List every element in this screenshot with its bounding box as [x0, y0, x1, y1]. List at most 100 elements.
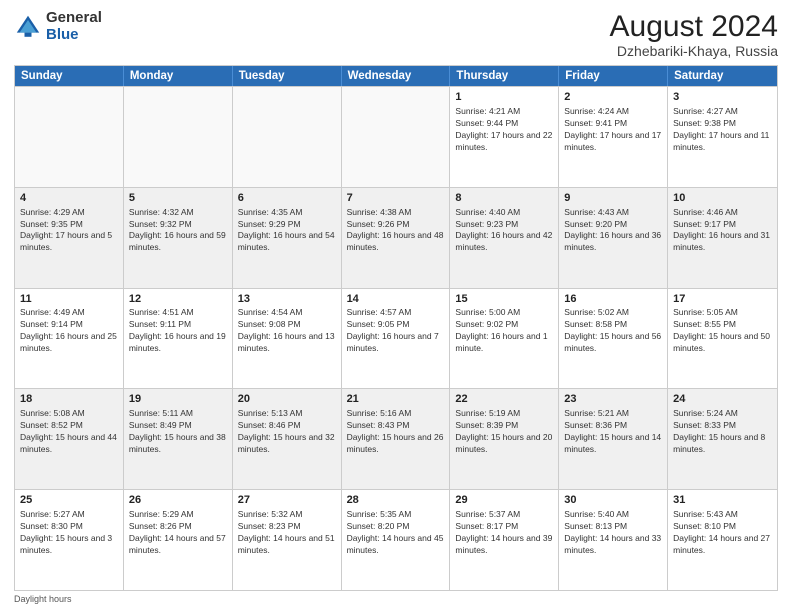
day-number: 17	[673, 292, 772, 307]
logo: General Blue	[14, 10, 102, 43]
day-number: 14	[347, 292, 445, 307]
day-number: 26	[129, 493, 227, 508]
calendar-header-day: Thursday	[450, 66, 559, 86]
cell-details: Sunrise: 5:29 AMSunset: 8:26 PMDaylight:…	[129, 509, 227, 557]
calendar-cell: 9Sunrise: 4:43 AMSunset: 9:20 PMDaylight…	[559, 188, 668, 288]
calendar-cell: 1Sunrise: 4:21 AMSunset: 9:44 PMDaylight…	[450, 87, 559, 187]
calendar-week-3: 11Sunrise: 4:49 AMSunset: 9:14 PMDayligh…	[15, 288, 777, 389]
cell-details: Sunrise: 5:27 AMSunset: 8:30 PMDaylight:…	[20, 509, 118, 557]
calendar-cell: 15Sunrise: 5:00 AMSunset: 9:02 PMDayligh…	[450, 289, 559, 389]
day-number: 16	[564, 292, 662, 307]
day-number: 24	[673, 392, 772, 407]
subtitle: Dzhebariki-Khaya, Russia	[610, 43, 778, 59]
calendar-cell: 8Sunrise: 4:40 AMSunset: 9:23 PMDaylight…	[450, 188, 559, 288]
day-number: 2	[564, 90, 662, 105]
page: General Blue August 2024 Dzhebariki-Khay…	[0, 0, 792, 612]
day-number: 27	[238, 493, 336, 508]
day-number: 22	[455, 392, 553, 407]
day-number: 23	[564, 392, 662, 407]
cell-details: Sunrise: 4:29 AMSunset: 9:35 PMDaylight:…	[20, 207, 118, 255]
cell-details: Sunrise: 5:02 AMSunset: 8:58 PMDaylight:…	[564, 307, 662, 355]
calendar-cell	[342, 87, 451, 187]
day-number: 18	[20, 392, 118, 407]
calendar-cell: 23Sunrise: 5:21 AMSunset: 8:36 PMDayligh…	[559, 389, 668, 489]
logo-icon	[14, 13, 42, 41]
day-number: 6	[238, 191, 336, 206]
day-number: 9	[564, 191, 662, 206]
calendar: SundayMondayTuesdayWednesdayThursdayFrid…	[14, 65, 778, 591]
calendar-cell: 18Sunrise: 5:08 AMSunset: 8:52 PMDayligh…	[15, 389, 124, 489]
day-number: 19	[129, 392, 227, 407]
title-block: August 2024 Dzhebariki-Khaya, Russia	[610, 10, 778, 59]
calendar-cell: 19Sunrise: 5:11 AMSunset: 8:49 PMDayligh…	[124, 389, 233, 489]
calendar-header-day: Sunday	[15, 66, 124, 86]
calendar-cell: 13Sunrise: 4:54 AMSunset: 9:08 PMDayligh…	[233, 289, 342, 389]
calendar-header: SundayMondayTuesdayWednesdayThursdayFrid…	[15, 66, 777, 86]
day-number: 25	[20, 493, 118, 508]
calendar-cell: 17Sunrise: 5:05 AMSunset: 8:55 PMDayligh…	[668, 289, 777, 389]
cell-details: Sunrise: 4:46 AMSunset: 9:17 PMDaylight:…	[673, 207, 772, 255]
day-number: 8	[455, 191, 553, 206]
day-number: 11	[20, 292, 118, 307]
cell-details: Sunrise: 5:24 AMSunset: 8:33 PMDaylight:…	[673, 408, 772, 456]
cell-details: Sunrise: 4:35 AMSunset: 9:29 PMDaylight:…	[238, 207, 336, 255]
cell-details: Sunrise: 5:19 AMSunset: 8:39 PMDaylight:…	[455, 408, 553, 456]
calendar-cell	[15, 87, 124, 187]
cell-details: Sunrise: 4:32 AMSunset: 9:32 PMDaylight:…	[129, 207, 227, 255]
calendar-cell: 14Sunrise: 4:57 AMSunset: 9:05 PMDayligh…	[342, 289, 451, 389]
cell-details: Sunrise: 4:27 AMSunset: 9:38 PMDaylight:…	[673, 106, 772, 154]
day-number: 28	[347, 493, 445, 508]
day-number: 21	[347, 392, 445, 407]
day-number: 13	[238, 292, 336, 307]
cell-details: Sunrise: 4:21 AMSunset: 9:44 PMDaylight:…	[455, 106, 553, 154]
calendar-cell: 2Sunrise: 4:24 AMSunset: 9:41 PMDaylight…	[559, 87, 668, 187]
cell-details: Sunrise: 4:54 AMSunset: 9:08 PMDaylight:…	[238, 307, 336, 355]
calendar-cell: 27Sunrise: 5:32 AMSunset: 8:23 PMDayligh…	[233, 490, 342, 590]
cell-details: Sunrise: 5:35 AMSunset: 8:20 PMDaylight:…	[347, 509, 445, 557]
cell-details: Sunrise: 5:21 AMSunset: 8:36 PMDaylight:…	[564, 408, 662, 456]
calendar-cell: 4Sunrise: 4:29 AMSunset: 9:35 PMDaylight…	[15, 188, 124, 288]
calendar-cell: 24Sunrise: 5:24 AMSunset: 8:33 PMDayligh…	[668, 389, 777, 489]
logo-general-text: General	[46, 10, 102, 27]
calendar-cell: 21Sunrise: 5:16 AMSunset: 8:43 PMDayligh…	[342, 389, 451, 489]
day-number: 30	[564, 493, 662, 508]
cell-details: Sunrise: 5:08 AMSunset: 8:52 PMDaylight:…	[20, 408, 118, 456]
calendar-header-day: Wednesday	[342, 66, 451, 86]
day-number: 3	[673, 90, 772, 105]
cell-details: Sunrise: 4:24 AMSunset: 9:41 PMDaylight:…	[564, 106, 662, 154]
calendar-cell: 6Sunrise: 4:35 AMSunset: 9:29 PMDaylight…	[233, 188, 342, 288]
calendar-cell: 31Sunrise: 5:43 AMSunset: 8:10 PMDayligh…	[668, 490, 777, 590]
cell-details: Sunrise: 4:51 AMSunset: 9:11 PMDaylight:…	[129, 307, 227, 355]
calendar-header-day: Monday	[124, 66, 233, 86]
calendar-week-1: 1Sunrise: 4:21 AMSunset: 9:44 PMDaylight…	[15, 86, 777, 187]
day-number: 7	[347, 191, 445, 206]
cell-details: Sunrise: 5:37 AMSunset: 8:17 PMDaylight:…	[455, 509, 553, 557]
calendar-week-4: 18Sunrise: 5:08 AMSunset: 8:52 PMDayligh…	[15, 388, 777, 489]
calendar-cell: 16Sunrise: 5:02 AMSunset: 8:58 PMDayligh…	[559, 289, 668, 389]
calendar-cell	[124, 87, 233, 187]
cell-details: Sunrise: 5:05 AMSunset: 8:55 PMDaylight:…	[673, 307, 772, 355]
calendar-body: 1Sunrise: 4:21 AMSunset: 9:44 PMDaylight…	[15, 86, 777, 590]
calendar-header-day: Saturday	[668, 66, 777, 86]
day-number: 5	[129, 191, 227, 206]
day-number: 10	[673, 191, 772, 206]
cell-details: Sunrise: 5:00 AMSunset: 9:02 PMDaylight:…	[455, 307, 553, 355]
cell-details: Sunrise: 4:40 AMSunset: 9:23 PMDaylight:…	[455, 207, 553, 255]
calendar-cell: 28Sunrise: 5:35 AMSunset: 8:20 PMDayligh…	[342, 490, 451, 590]
logo-text: General Blue	[46, 10, 102, 43]
calendar-cell: 26Sunrise: 5:29 AMSunset: 8:26 PMDayligh…	[124, 490, 233, 590]
cell-details: Sunrise: 4:49 AMSunset: 9:14 PMDaylight:…	[20, 307, 118, 355]
calendar-cell: 10Sunrise: 4:46 AMSunset: 9:17 PMDayligh…	[668, 188, 777, 288]
cell-details: Sunrise: 5:40 AMSunset: 8:13 PMDaylight:…	[564, 509, 662, 557]
calendar-cell: 22Sunrise: 5:19 AMSunset: 8:39 PMDayligh…	[450, 389, 559, 489]
footer-note: Daylight hours	[14, 594, 778, 604]
calendar-cell: 5Sunrise: 4:32 AMSunset: 9:32 PMDaylight…	[124, 188, 233, 288]
day-number: 12	[129, 292, 227, 307]
cell-details: Sunrise: 4:57 AMSunset: 9:05 PMDaylight:…	[347, 307, 445, 355]
day-number: 20	[238, 392, 336, 407]
calendar-cell: 7Sunrise: 4:38 AMSunset: 9:26 PMDaylight…	[342, 188, 451, 288]
cell-details: Sunrise: 5:16 AMSunset: 8:43 PMDaylight:…	[347, 408, 445, 456]
calendar-week-5: 25Sunrise: 5:27 AMSunset: 8:30 PMDayligh…	[15, 489, 777, 590]
calendar-cell: 20Sunrise: 5:13 AMSunset: 8:46 PMDayligh…	[233, 389, 342, 489]
logo-blue-text: Blue	[46, 27, 102, 44]
